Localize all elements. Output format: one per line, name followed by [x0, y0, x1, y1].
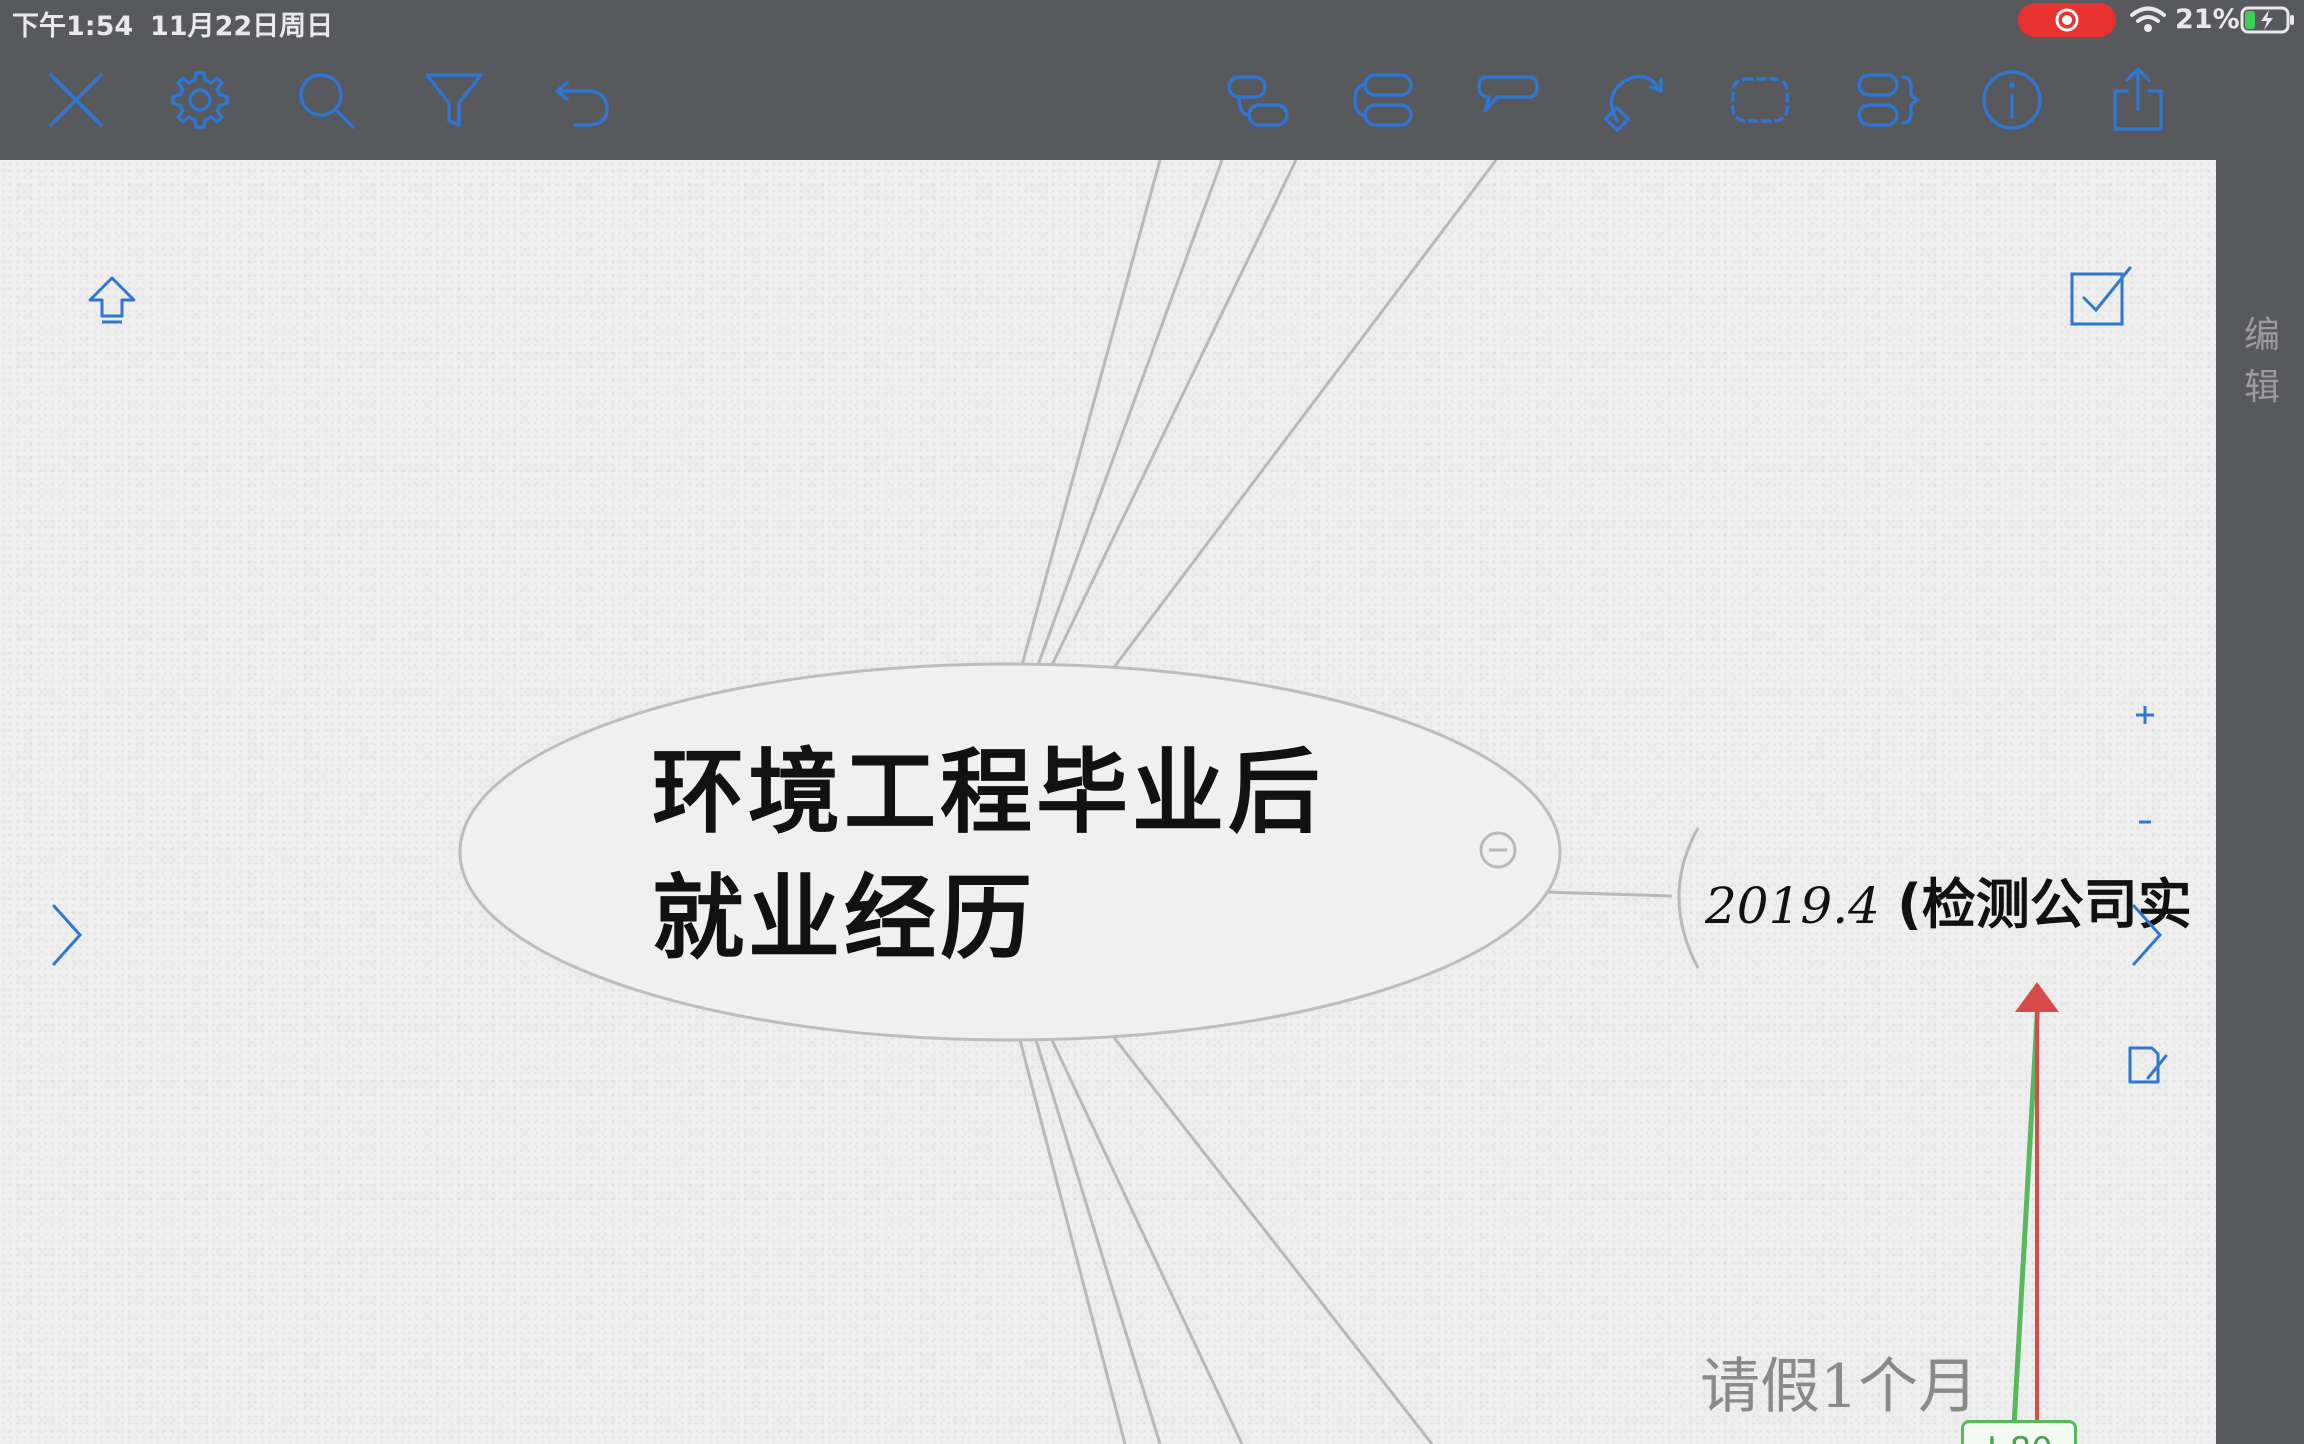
close-button[interactable] [38, 62, 114, 138]
edit-note-button[interactable] [2122, 1040, 2172, 1090]
checkbox-icon [2070, 266, 2132, 326]
central-topic-line2: 就业经历 [652, 865, 1037, 972]
status-date: 11月22日周日 [150, 11, 334, 42]
minus-icon [2139, 820, 2151, 824]
share-icon [2113, 67, 2163, 131]
close-icon [49, 73, 103, 127]
collapse-icon [1479, 831, 1517, 869]
status-bar: 下午1:54 11月22日周日 21% [0, 0, 2304, 42]
wifi-icon [2130, 6, 2166, 32]
info-button[interactable] [1974, 62, 2050, 138]
add-sibling-topic-icon [1353, 73, 1413, 127]
add-child-topic-button[interactable] [1220, 62, 1296, 138]
info-icon [1982, 70, 2042, 130]
search-icon [299, 73, 355, 129]
undo-button[interactable] [544, 62, 620, 138]
mindmap-canvas[interactable]: 环境工程毕业后 就业经历 2019.4 (检测公司实 ! 80 请假1个月 [0, 160, 2216, 1444]
battery-percentage: 21% [2175, 4, 2240, 35]
filter-icon [425, 73, 483, 127]
add-child-topic-icon [1227, 75, 1289, 127]
summary-button[interactable] [1848, 62, 1924, 138]
battery-icon [2240, 6, 2294, 34]
branch-topic-date: 2019.4 [1705, 877, 1880, 935]
boundary-button[interactable] [1722, 62, 1798, 138]
app-window: 下午1:54 11月22日周日 21% 环境工程毕业后 就业经历 2019.4 … [0, 0, 2304, 1444]
filter-button[interactable] [416, 62, 492, 138]
edit-label-char-1: 编 [2243, 315, 2280, 356]
score-badge[interactable]: ! 80 [1961, 1420, 2077, 1444]
up-arrow-icon [88, 276, 136, 324]
search-button[interactable] [288, 62, 364, 138]
collapse-branch-button[interactable] [1478, 830, 1518, 870]
edit-label-char-2: 辑 [2243, 367, 2280, 408]
central-topic-line1: 环境工程毕业后 [652, 739, 1325, 846]
handwritten-note[interactable]: 请假1个月 [1700, 1338, 1978, 1425]
toolbar [0, 40, 2304, 160]
summary-icon [1857, 73, 1919, 127]
zoom-in-button[interactable] [2130, 700, 2160, 730]
go-to-parent-button[interactable] [82, 270, 142, 330]
add-sibling-topic-button[interactable] [1346, 62, 1422, 138]
plus-icon [2136, 706, 2154, 724]
task-checkbox-button[interactable] [2066, 260, 2136, 330]
relationship-icon [1603, 74, 1663, 133]
gear-icon [171, 71, 229, 129]
screen-recording-indicator[interactable] [2018, 3, 2116, 37]
record-icon [2055, 8, 2079, 32]
callout-icon [1477, 75, 1539, 113]
chevron-right-icon [2132, 904, 2163, 966]
central-topic[interactable]: 环境工程毕业后 就业经历 [652, 730, 1324, 982]
note-edit-icon [2128, 1046, 2168, 1084]
next-button[interactable] [2120, 900, 2170, 970]
edit-panel-tab[interactable]: 编 辑 [2242, 310, 2282, 414]
previous-button[interactable] [40, 900, 90, 970]
share-button[interactable] [2100, 62, 2176, 138]
status-time: 下午1:54 [12, 11, 134, 42]
undo-icon [555, 81, 609, 127]
relationship-button[interactable] [1596, 62, 1672, 138]
callout-button[interactable] [1470, 62, 1546, 138]
zoom-out-button[interactable] [2130, 812, 2160, 832]
side-panel: 编 辑 [2216, 160, 2304, 1444]
settings-button[interactable] [162, 62, 238, 138]
chevron-right-icon [52, 904, 83, 966]
branch-topic[interactable]: 2019.4 (检测公司实 [1705, 860, 2192, 939]
boundary-icon [1731, 77, 1789, 123]
